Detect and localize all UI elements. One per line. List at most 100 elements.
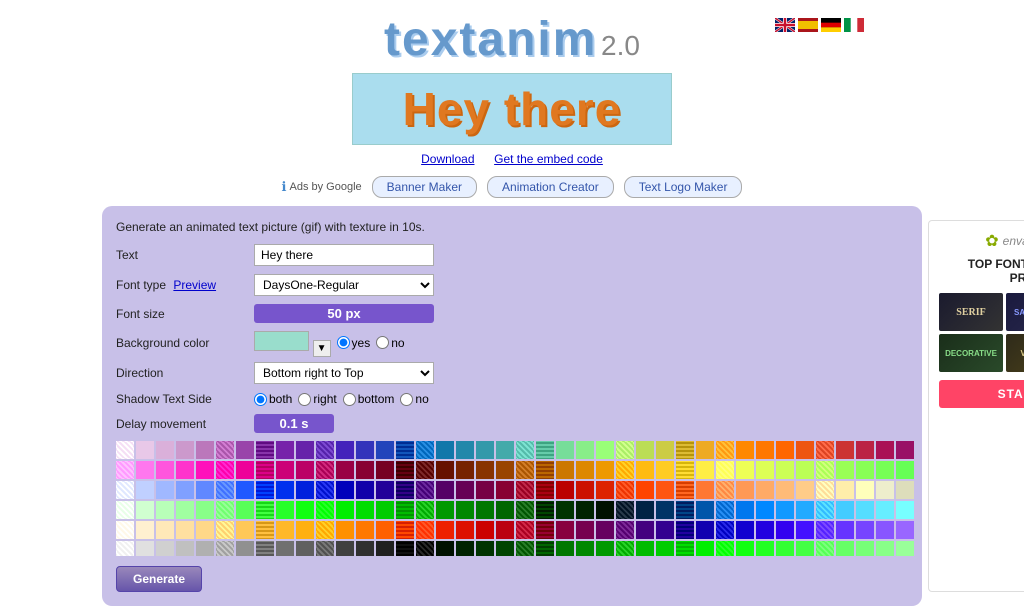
texture-cell[interactable] (136, 481, 154, 499)
texture-cell[interactable] (696, 541, 714, 556)
texture-cell[interactable] (296, 461, 314, 479)
texture-cell[interactable] (316, 541, 334, 556)
texture-cell[interactable] (216, 501, 234, 519)
animation-creator-button[interactable]: Animation Creator (487, 176, 614, 198)
texture-cell[interactable] (756, 521, 774, 539)
texture-cell[interactable] (736, 501, 754, 519)
texture-cell[interactable] (796, 461, 814, 479)
texture-cell[interactable] (216, 481, 234, 499)
shadow-right-label[interactable]: right (298, 392, 336, 406)
texture-cell[interactable] (356, 541, 374, 556)
texture-cell[interactable] (576, 481, 594, 499)
texture-cell[interactable] (396, 441, 414, 459)
texture-cell[interactable] (296, 501, 314, 519)
texture-cell[interactable] (496, 541, 514, 556)
bg-no-label[interactable]: no (376, 336, 404, 350)
texture-cell[interactable] (716, 521, 734, 539)
texture-cell[interactable] (656, 501, 674, 519)
texture-cell[interactable] (876, 481, 894, 499)
texture-cell[interactable] (416, 461, 434, 479)
texture-cell[interactable] (596, 501, 614, 519)
texture-cell[interactable] (476, 541, 494, 556)
texture-cell[interactable] (536, 541, 554, 556)
texture-cell[interactable] (396, 461, 414, 479)
texture-cell[interactable] (416, 541, 434, 556)
texture-cell[interactable] (576, 441, 594, 459)
texture-cell[interactable] (776, 501, 794, 519)
texture-cell[interactable] (296, 521, 314, 539)
texture-cell[interactable] (376, 521, 394, 539)
texture-cell[interactable] (696, 441, 714, 459)
texture-cell[interactable] (376, 441, 394, 459)
texture-cell[interactable] (876, 501, 894, 519)
texture-cell[interactable] (396, 521, 414, 539)
texture-cell[interactable] (236, 461, 254, 479)
texture-cell[interactable] (576, 521, 594, 539)
generate-button[interactable]: Generate (116, 566, 202, 592)
texture-cell[interactable] (236, 501, 254, 519)
texture-cell[interactable] (256, 541, 274, 556)
texture-cell[interactable] (556, 481, 574, 499)
texture-cell[interactable] (336, 441, 354, 459)
texture-cell[interactable] (776, 541, 794, 556)
texture-cell[interactable] (256, 501, 274, 519)
texture-cell[interactable] (416, 521, 434, 539)
text-input[interactable] (254, 244, 434, 266)
texture-cell[interactable] (496, 501, 514, 519)
texture-cell[interactable] (556, 441, 574, 459)
texture-cell[interactable] (256, 521, 274, 539)
texture-cell[interactable] (276, 521, 294, 539)
bg-yes-radio[interactable] (337, 336, 350, 349)
shadow-both-radio[interactable] (254, 393, 267, 406)
texture-cell[interactable] (336, 501, 354, 519)
texture-cell[interactable] (736, 521, 754, 539)
texture-cell[interactable] (716, 481, 734, 499)
texture-cell[interactable] (576, 501, 594, 519)
texture-cell[interactable] (416, 501, 434, 519)
texture-cell[interactable] (636, 521, 654, 539)
color-dropdown-arrow[interactable]: ▼ (313, 340, 331, 357)
texture-cell[interactable] (236, 481, 254, 499)
texture-cell[interactable] (236, 541, 254, 556)
texture-cell[interactable] (776, 441, 794, 459)
texture-cell[interactable] (576, 461, 594, 479)
texture-cell[interactable] (716, 541, 734, 556)
texture-cell[interactable] (736, 461, 754, 479)
texture-cell[interactable] (596, 481, 614, 499)
texture-cell[interactable] (396, 501, 414, 519)
flag-germany[interactable] (821, 18, 841, 32)
texture-cell[interactable] (836, 481, 854, 499)
texture-cell[interactable] (116, 501, 134, 519)
texture-cell[interactable] (696, 521, 714, 539)
shadow-no-label[interactable]: no (400, 392, 428, 406)
texture-cell[interactable] (236, 441, 254, 459)
texture-cell[interactable] (496, 461, 514, 479)
texture-cell[interactable] (856, 501, 874, 519)
texture-cell[interactable] (896, 501, 914, 519)
texture-cell[interactable] (576, 541, 594, 556)
texture-cell[interactable] (456, 501, 474, 519)
shadow-both-label[interactable]: both (254, 392, 292, 406)
texture-cell[interactable] (436, 441, 454, 459)
texture-cell[interactable] (596, 461, 614, 479)
texture-cell[interactable] (616, 521, 634, 539)
direction-select[interactable]: Bottom right to Top Left to Right Right … (254, 362, 434, 384)
texture-cell[interactable] (716, 441, 734, 459)
texture-cell[interactable] (496, 481, 514, 499)
texture-cell[interactable] (276, 501, 294, 519)
texture-cell[interactable] (496, 441, 514, 459)
texture-cell[interactable] (316, 441, 334, 459)
texture-cell[interactable] (176, 521, 194, 539)
texture-cell[interactable] (196, 501, 214, 519)
ad-start-button[interactable]: START NOW (939, 380, 1024, 408)
texture-cell[interactable] (276, 461, 294, 479)
bg-yes-label[interactable]: yes (337, 336, 371, 350)
texture-cell[interactable] (456, 541, 474, 556)
texture-cell[interactable] (196, 481, 214, 499)
shadow-bottom-radio[interactable] (343, 393, 356, 406)
texture-cell[interactable] (176, 441, 194, 459)
texture-cell[interactable] (216, 441, 234, 459)
texture-cell[interactable] (516, 521, 534, 539)
texture-cell[interactable] (496, 521, 514, 539)
texture-cell[interactable] (376, 541, 394, 556)
